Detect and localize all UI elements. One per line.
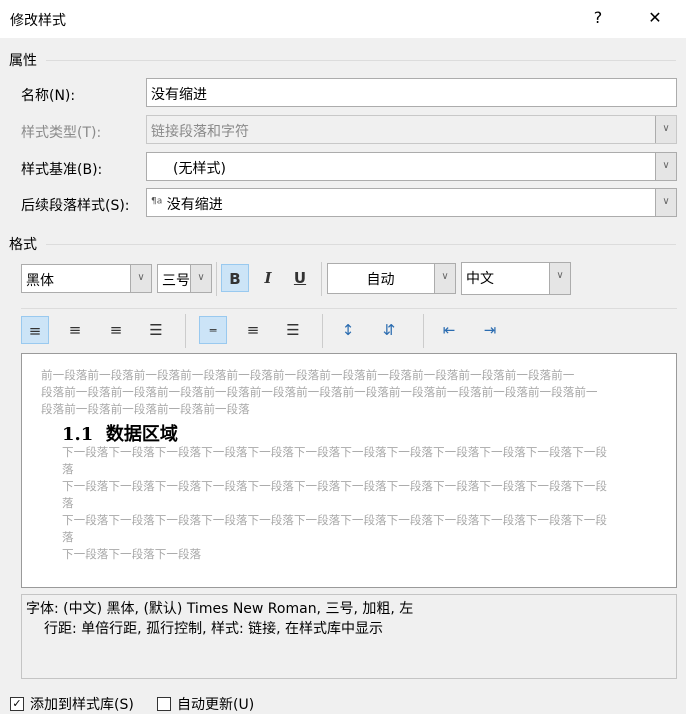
description-line: 行距: 单倍行距, 孤行控制, 样式: 链接, 在样式库中显示 xyxy=(44,621,384,637)
style-type-select: 链接段落和字符 ∨ xyxy=(146,115,677,144)
chevron-down-icon: ∨ xyxy=(655,116,676,143)
based-on-label: 样式基准(B): xyxy=(21,162,103,178)
divider xyxy=(46,244,676,245)
checkbox-box xyxy=(157,697,171,711)
next-style-select[interactable]: ¶a 没有缩进 ∨ xyxy=(146,188,677,217)
increase-paragraph-spacing-icon[interactable]: ↕ xyxy=(334,316,362,344)
font-value: 黑体 xyxy=(26,273,54,289)
format-heading: 格式 xyxy=(9,237,37,253)
style-description: 字体: (中文) 黑体, (默认) Times New Roman, 三号, 加… xyxy=(21,594,677,679)
chevron-down-icon: ∨ xyxy=(549,263,570,294)
one-half-spacing-icon[interactable]: ≡ xyxy=(239,316,267,344)
separator xyxy=(216,262,217,296)
decrease-paragraph-spacing-icon[interactable]: ⇵ xyxy=(375,316,403,344)
close-button[interactable]: ✕ xyxy=(640,8,670,27)
next-style-label: 后续段落样式(S): xyxy=(21,198,130,214)
properties-heading: 属性 xyxy=(9,53,37,69)
dialog-title: 修改样式 xyxy=(10,13,66,29)
script-value: 中文 xyxy=(466,271,494,287)
name-input[interactable]: 没有缩进 xyxy=(146,78,677,107)
double-spacing-icon[interactable]: ☰ xyxy=(279,316,307,344)
chevron-down-icon: ∨ xyxy=(655,189,676,216)
underline-button[interactable]: U xyxy=(286,264,314,292)
add-to-gallery-checkbox[interactable]: ✓ 添加到样式库(S) xyxy=(10,694,134,714)
italic-button[interactable]: I xyxy=(254,264,282,292)
decrease-indent-icon[interactable]: ⇤ xyxy=(435,316,463,344)
separator xyxy=(321,262,322,296)
style-type-label: 样式类型(T): xyxy=(21,125,102,141)
font-select[interactable]: 黑体 ∨ xyxy=(21,264,152,293)
font-color-value: 自动 xyxy=(366,272,395,288)
chevron-down-icon: ∨ xyxy=(130,265,151,292)
bold-button[interactable]: B xyxy=(221,264,249,292)
preview-line: 段落前一段落前一段落前一段落前一段落前一段落前一段落前一段落前一段落前一段落前一… xyxy=(41,385,598,399)
separator xyxy=(423,314,424,348)
chevron-down-icon: ∨ xyxy=(434,264,455,293)
based-on-value: (无样式) xyxy=(173,161,226,177)
align-right-icon[interactable]: ≡ xyxy=(102,316,130,344)
paragraph-style-icon: ¶a xyxy=(151,196,163,207)
next-paragraph-text: 下一段落下一段落下一段落下一段落下一段落下一段落下一段落下一段落下一段落下一段落… xyxy=(62,444,610,563)
preview-heading: 1.1 数据区域 xyxy=(62,424,178,445)
preview-line: 下一段落下一段落下一段落下一段落下一段落下一段落下一段落下一段落下一段落下一段落… xyxy=(62,479,607,510)
auto-update-label: 自动更新(U) xyxy=(177,697,255,713)
description-line: 字体: (中文) 黑体, (默认) Times New Roman, 三号, 加… xyxy=(26,601,414,617)
size-value: 三号 xyxy=(162,273,190,289)
preview-line: 前一段落前一段落前一段落前一段落前一段落前一段落前一段落前一段落前一段落前一段落… xyxy=(41,368,575,382)
script-select[interactable]: 中文 ∨ xyxy=(461,262,571,295)
single-spacing-icon[interactable]: ═ xyxy=(199,316,227,344)
previous-paragraph-text: 前一段落前一段落前一段落前一段落前一段落前一段落前一段落前一段落前一段落前一段落… xyxy=(41,367,601,418)
name-label: 名称(N): xyxy=(21,88,76,104)
help-button[interactable]: ? xyxy=(583,8,613,27)
size-select[interactable]: 三号 ∨ xyxy=(157,264,212,293)
add-to-gallery-label: 添加到样式库(S) xyxy=(30,697,134,713)
next-style-value: 没有缩进 xyxy=(166,197,223,213)
preview-line: 段落前一段落前一段落前一段落前一段落 xyxy=(41,402,250,416)
style-type-value: 链接段落和字符 xyxy=(151,124,249,140)
divider xyxy=(46,60,676,61)
preview-line: 下一段落下一段落下一段落下一段落下一段落下一段落下一段落下一段落下一段落下一段落… xyxy=(62,513,607,544)
align-left-icon[interactable]: ≡ xyxy=(21,316,49,344)
auto-update-checkbox[interactable]: 自动更新(U) xyxy=(157,694,254,714)
increase-indent-icon[interactable]: ⇥ xyxy=(476,316,504,344)
preview-line: 下一段落下一段落下一段落下一段落下一段落下一段落下一段落下一段落下一段落下一段落… xyxy=(62,445,607,476)
chevron-down-icon: ∨ xyxy=(655,153,676,180)
justify-icon[interactable]: ☰ xyxy=(142,316,170,344)
font-color-select[interactable]: 自动 ∨ xyxy=(327,263,456,294)
checkmark-icon: ✓ xyxy=(10,697,24,711)
based-on-select[interactable]: (无样式) ∨ xyxy=(146,152,677,181)
separator xyxy=(322,314,323,348)
preview-line: 下一段落下一段落下一段落 xyxy=(62,547,202,561)
separator xyxy=(185,314,186,348)
chevron-down-icon: ∨ xyxy=(190,265,211,292)
divider xyxy=(21,308,677,309)
align-center-icon[interactable]: ≡ xyxy=(61,316,89,344)
